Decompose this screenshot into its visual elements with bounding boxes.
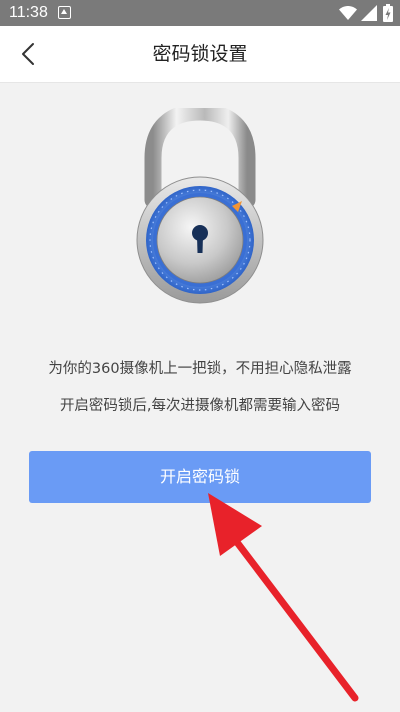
wifi-icon [339,6,357,20]
back-button[interactable] [12,38,44,70]
description-line: 为你的360摄像机上一把锁，不用担心隐私泄露 [48,361,352,377]
cellular-signal-icon [361,5,377,21]
red-arrow-icon [208,493,359,702]
status-bar: 11:38 [0,0,400,26]
description-line: 开启密码锁后,每次进摄像机都需要输入密码 [59,398,341,414]
status-time: 11:38 [9,4,48,21]
battery-charging-icon [383,4,393,22]
padlock-icon [136,108,264,304]
app-notification-icon [58,6,71,19]
page-title: 密码锁设置 [152,43,248,65]
app-header: 密码锁设置 [0,26,400,83]
chevron-left-icon [22,43,34,65]
